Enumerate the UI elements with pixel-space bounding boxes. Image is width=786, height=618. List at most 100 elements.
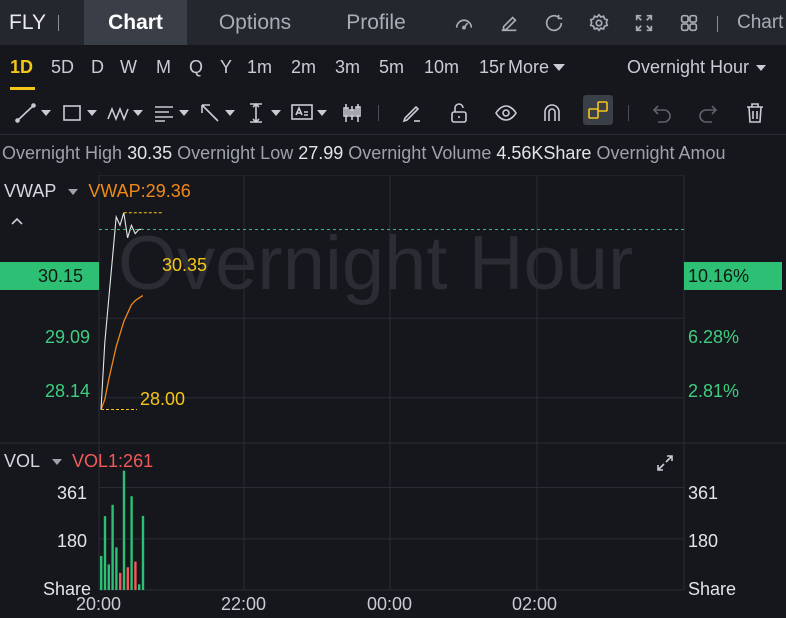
visibility-tool[interactable]	[494, 98, 518, 128]
magnet-tool[interactable]	[540, 98, 564, 128]
more-label: More	[508, 57, 550, 77]
fullscreen-icon[interactable]	[621, 0, 666, 45]
rectangle-icon	[63, 105, 81, 121]
vwap-indicator[interactable]: VWAP VWAP:29.36	[4, 181, 191, 202]
undo-tool[interactable]	[650, 98, 674, 128]
arrow-tool[interactable]	[198, 98, 235, 128]
settings-icon[interactable]	[576, 0, 621, 45]
high-marker-label: 30.35	[162, 255, 208, 275]
vol-tick-right: 180	[688, 531, 719, 551]
chart-area[interactable]: Overnight Hour VWAP VWAP:29.36 30.15 10.…	[0, 175, 786, 618]
tab-profile[interactable]: Profile	[323, 0, 429, 45]
redo-tool[interactable]	[696, 98, 720, 128]
fib-tool[interactable]	[152, 98, 189, 128]
candles-tool[interactable]	[340, 98, 364, 128]
magnet-icon	[544, 104, 560, 121]
lock-tool[interactable]	[447, 98, 471, 128]
volume-bar	[119, 572, 122, 590]
tab-options[interactable]: Options	[187, 0, 323, 45]
current-percent-tag: 10.16%	[684, 262, 782, 290]
interval-2m[interactable]: 2m	[291, 57, 316, 78]
volume-bar	[130, 496, 133, 590]
current-price-tag: 30.15	[0, 262, 99, 290]
caret-down-icon	[225, 110, 235, 116]
trend-line-icon	[15, 103, 36, 123]
delete-tool[interactable]	[743, 98, 767, 128]
volume-bars	[100, 470, 145, 590]
interval-15m[interactable]: 15r	[479, 57, 505, 78]
top-toolbar	[441, 0, 711, 45]
vol-indicator[interactable]: VOL VOL1:261	[4, 451, 153, 472]
chart-canvas[interactable]	[0, 175, 786, 618]
volume-bar	[100, 555, 103, 590]
session-dropdown[interactable]: Overnight Hour	[627, 57, 766, 78]
ticker-label: FLY	[9, 10, 46, 34]
grid	[0, 175, 786, 591]
gauge-icon[interactable]	[441, 0, 486, 45]
caret-down-icon	[41, 110, 51, 116]
interval-m[interactable]: M	[156, 57, 171, 78]
expand-icon[interactable]	[655, 453, 675, 473]
edit-icon[interactable]	[486, 0, 531, 45]
arrow-icon	[201, 104, 219, 122]
interval-1m[interactable]: 1m	[247, 57, 272, 78]
x-tick: 22:00	[221, 594, 267, 614]
caret-down-icon	[756, 64, 766, 71]
tab-chart[interactable]: Chart	[84, 0, 187, 45]
more-intervals-dropdown[interactable]: More	[508, 57, 566, 78]
link-squares-icon	[588, 101, 608, 119]
ticker-symbol: FLY	[0, 11, 84, 35]
volume-value: 4.56KShare	[496, 143, 592, 163]
caret-down-icon	[179, 110, 189, 116]
interval-3m[interactable]: 3m	[335, 57, 360, 78]
trash-icon	[747, 103, 763, 123]
low-label: Overnight Low	[177, 143, 294, 163]
text-tool[interactable]	[290, 98, 327, 128]
vol-unit-right: Share	[688, 579, 737, 599]
interval-d[interactable]: D	[91, 57, 104, 78]
interval-y[interactable]: Y	[220, 57, 232, 78]
vol-value: VOL1:261	[72, 451, 154, 471]
interval-5m[interactable]: 5m	[379, 57, 404, 78]
measure-tool[interactable]	[244, 98, 281, 128]
pattern-icon	[107, 106, 129, 122]
divider	[628, 105, 629, 121]
interval-10m[interactable]: 10m	[424, 57, 459, 78]
y-tick-left: 28.14	[44, 381, 90, 401]
layout-grid-icon[interactable]	[666, 0, 711, 45]
drawing-toolbar	[0, 91, 786, 135]
session-stats: Overnight High 30.35 Overnight Low 27.99…	[2, 143, 786, 164]
vwap-value: VWAP:29.36	[88, 181, 191, 201]
volume-bar	[111, 504, 114, 590]
brush-tool[interactable]	[400, 98, 424, 128]
candlestick-icon	[343, 104, 361, 122]
caret-down-icon	[87, 110, 97, 116]
chart-link-label: Chart	[737, 11, 784, 33]
divider	[58, 14, 59, 31]
divider	[717, 15, 718, 32]
amount-label: Overnight Amou	[596, 143, 726, 163]
interval-w[interactable]: W	[120, 57, 137, 78]
refresh-icon[interactable]	[531, 0, 576, 45]
interval-q[interactable]: Q	[189, 57, 203, 78]
caret-down-icon	[553, 64, 566, 71]
redo-icon	[699, 105, 718, 123]
volume-bar	[126, 567, 129, 590]
chart-link[interactable]: Chart	[717, 12, 783, 34]
rectangle-tool[interactable]	[60, 98, 97, 128]
top-bar: FLY Chart Options Profile Chart	[0, 0, 786, 45]
interval-5d[interactable]: 5D	[51, 57, 74, 78]
collapse-up-icon[interactable]	[10, 213, 24, 225]
pattern-tool[interactable]	[106, 98, 143, 128]
low-marker-label: 28.00	[140, 389, 186, 409]
y-tick-right: 2.81%	[688, 381, 740, 401]
interval-1d[interactable]: 1D	[10, 57, 33, 78]
caret-down-icon	[52, 458, 63, 465]
caret-down-icon	[68, 188, 79, 195]
link-tool[interactable]	[583, 95, 613, 125]
caret-down-icon	[133, 110, 143, 116]
session-label: Overnight Hour	[626, 57, 749, 77]
high-value: 30.35	[127, 143, 173, 163]
trend-line-tool[interactable]	[14, 98, 51, 128]
pencil-icon	[402, 105, 420, 123]
